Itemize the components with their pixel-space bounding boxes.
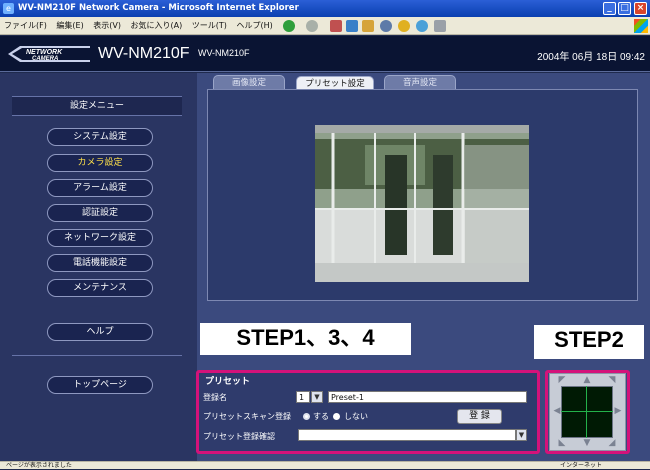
sidebar-item-alarm[interactable]: アラーム設定 [47, 179, 153, 197]
menu-file[interactable]: ファイル(F) [4, 21, 47, 30]
mail-icon[interactable] [434, 20, 446, 32]
sidebar-item-phone[interactable]: 電話機能設定 [47, 254, 153, 272]
window-title: WV-NM210F Network Camera - Microsoft Int… [18, 3, 299, 13]
media-icon[interactable] [416, 20, 428, 32]
sidebar-item-network[interactable]: ネットワーク設定 [47, 229, 153, 247]
menu-help[interactable]: ヘルプ(H) [236, 21, 272, 30]
settings-menu-heading: 設定メニュー [12, 96, 182, 116]
menu-favorites[interactable]: お気に入り(A) [131, 21, 183, 30]
close-icon[interactable]: × [634, 2, 647, 15]
menu-tools[interactable]: ツール(T) [192, 21, 227, 30]
back-icon[interactable] [283, 20, 295, 32]
model-name: WV-NM210F [98, 45, 190, 62]
step-highlight-preset [196, 370, 540, 454]
home-icon[interactable] [362, 20, 374, 32]
step-label-1-3-4: STEP1、3、4 [200, 323, 411, 355]
camera-subtitle: WV-NM210F [198, 48, 250, 58]
top-page-button[interactable]: トップページ [47, 376, 153, 394]
step-highlight-control [545, 370, 630, 454]
tab-audio-settings[interactable]: 音声設定 [384, 75, 456, 90]
forward-icon[interactable] [306, 20, 318, 32]
logo-line2: CAMERA [32, 56, 58, 62]
sidebar-divider [12, 355, 182, 356]
sidebar-item-system[interactable]: システム設定 [47, 128, 153, 146]
camera-live-image[interactable] [315, 125, 529, 282]
ie-icon: e [3, 3, 14, 14]
sidebar-item-auth[interactable]: 認証設定 [47, 204, 153, 222]
stop-icon[interactable] [330, 20, 342, 32]
sidebar-item-camera[interactable]: カメラ設定 [47, 154, 153, 172]
maximize-icon[interactable]: □ [618, 2, 631, 15]
minimize-icon[interactable]: _ [603, 2, 616, 15]
windows-logo-icon [634, 19, 648, 33]
status-bar: ページが表示されました インターネット [0, 461, 650, 469]
menu-view[interactable]: 表示(V) [93, 21, 121, 30]
favorites-icon[interactable] [398, 20, 410, 32]
window-titlebar: WV-NM210F Network Camera - Microsoft Int… [0, 0, 650, 17]
step-label-2: STEP2 [534, 325, 644, 359]
logo-line1: NETWORK [26, 49, 63, 56]
menu-edit[interactable]: 編集(E) [56, 21, 83, 30]
datetime: 2004年 06月 18日 09:42 [537, 52, 645, 63]
network-camera-logo: NETWORK CAMERA [8, 46, 90, 62]
refresh-icon[interactable] [346, 20, 358, 32]
sidebar-item-maintenance[interactable]: メンテナンス [47, 279, 153, 297]
tab-image-settings[interactable]: 画像設定 [213, 75, 285, 90]
menubar: ファイル(F) 編集(E) 表示(V) お気に入り(A) ツール(T) ヘルプ(… [0, 17, 650, 35]
help-button[interactable]: ヘルプ [47, 323, 153, 341]
search-icon[interactable] [380, 20, 392, 32]
